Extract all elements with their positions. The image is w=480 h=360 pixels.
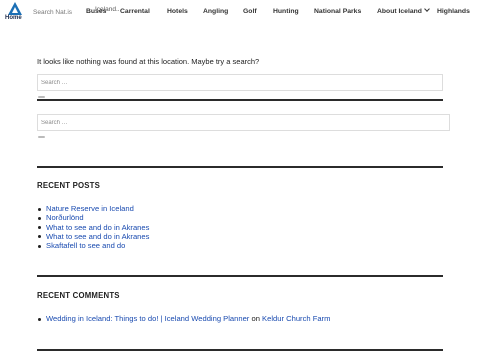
recent-post-link[interactable]: Norðurlönd xyxy=(46,213,84,222)
recent-posts-title: RECENT POSTS xyxy=(37,181,101,190)
recent-comments-title: RECENT COMMENTS xyxy=(37,291,120,300)
recent-comments-list: Wedding in Iceland: Things to do! | Icel… xyxy=(37,314,330,323)
divider xyxy=(37,166,443,168)
nav-item-highlands[interactable]: Highlands xyxy=(437,8,470,15)
recent-post-link[interactable]: Nature Reserve in Iceland xyxy=(46,204,134,213)
nav-item-carrental[interactable]: Carrental xyxy=(120,8,150,15)
list-item: What to see and do in Akranes xyxy=(37,223,149,232)
recent-post-link[interactable]: What to see and do in Akranes xyxy=(46,232,149,241)
home-label: Home xyxy=(5,15,22,21)
recent-posts-list: Nature Reserve in Iceland Norðurlönd Wha… xyxy=(37,204,149,250)
divider xyxy=(37,349,443,351)
search-field-primary[interactable] xyxy=(37,74,443,91)
overlay-text: Iceland... xyxy=(95,6,122,13)
chevron-down-icon xyxy=(424,6,430,12)
nav-item-golf[interactable]: Golf xyxy=(243,8,257,15)
divider xyxy=(37,275,443,277)
list-item: Nature Reserve in Iceland xyxy=(37,204,149,213)
search-submit-button[interactable] xyxy=(38,96,45,98)
nav-item-angling[interactable]: Angling xyxy=(203,8,228,15)
comment-post-link[interactable]: Keldur Church Farm xyxy=(262,314,330,323)
search-submit-button-sidebar[interactable] xyxy=(38,136,45,138)
nav-item-hotels[interactable]: Hotels xyxy=(167,8,188,15)
nav-item-about-iceland[interactable]: About Iceland xyxy=(377,6,430,15)
site-search-input[interactable] xyxy=(32,6,90,18)
nav-item-national-parks[interactable]: National Parks xyxy=(314,8,361,15)
list-item: Skaftafell to see and do xyxy=(37,241,149,250)
nav-item-hunting[interactable]: Hunting xyxy=(273,8,299,15)
site-header: Home Buses Carrental Hotels Angling Golf… xyxy=(0,0,480,26)
list-item: Wedding in Iceland: Things to do! | Icel… xyxy=(37,314,330,323)
list-item: What to see and do in Akranes xyxy=(37,232,149,241)
recent-post-link[interactable]: What to see and do in Akranes xyxy=(46,223,149,232)
recent-post-link[interactable]: Skaftafell to see and do xyxy=(46,241,125,250)
comment-author-link[interactable]: Wedding in Iceland: Things to do! | Icel… xyxy=(46,314,249,323)
nav-item-about-iceland-label: About Iceland xyxy=(377,8,422,15)
divider xyxy=(37,99,443,101)
list-item: Norðurlönd xyxy=(37,213,149,222)
logo-icon xyxy=(8,2,22,15)
comment-connector: on xyxy=(251,314,260,323)
not-found-message: It looks like nothing was found at this … xyxy=(37,57,260,66)
home-logo-link[interactable]: Home xyxy=(5,2,25,24)
search-field-sidebar[interactable] xyxy=(37,114,450,131)
